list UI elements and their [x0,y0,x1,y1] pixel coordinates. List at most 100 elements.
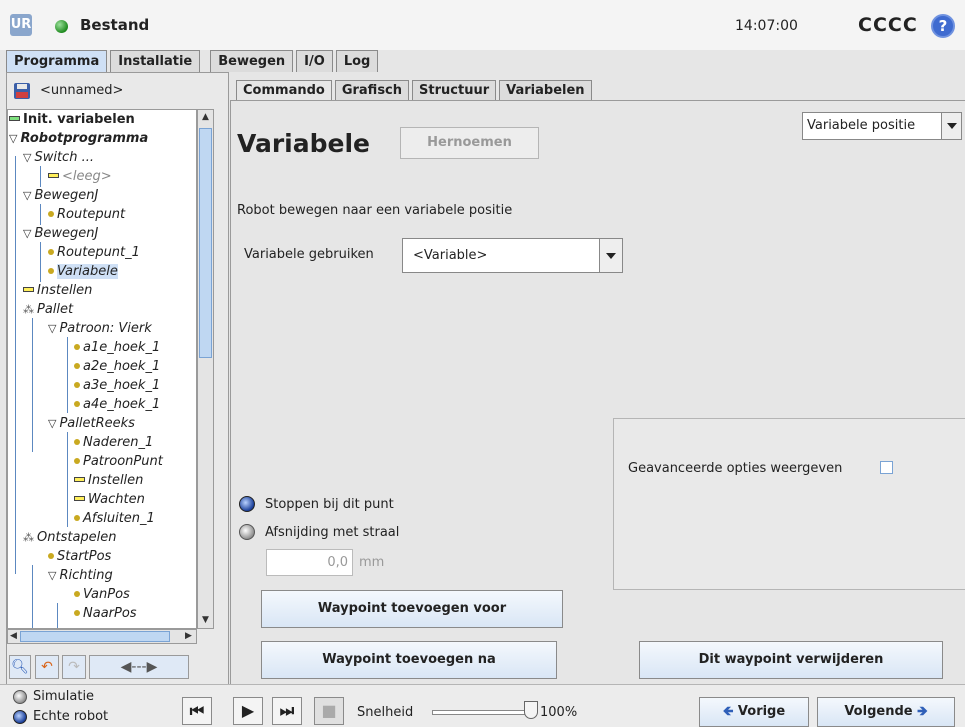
tree-item[interactable]: Naderen_1 [74,433,153,452]
scroll-up-icon[interactable]: ▲ [200,112,211,122]
tree-branch-line [67,337,68,413]
tree-item[interactable]: Routepunt [48,205,125,224]
tree-horizontal-scrollbar[interactable]: ◀ ▶ [7,629,197,644]
speed-label: Snelheid [357,705,414,720]
remove-waypoint-button[interactable]: Dit waypoint verwijderen [639,641,943,679]
stop-icon[interactable]: ■ [314,697,344,725]
command-panel: Variabele Hernoemen Variabele positie Ro… [230,100,965,712]
command-description: Robot bewegen naar een variabele positie [237,203,513,218]
redo-icon[interactable]: ↷ [62,655,86,679]
tree-item[interactable]: ▽ Richting [48,566,113,585]
tree-branch-line [32,318,33,452]
program-name: <unnamed> [40,83,124,98]
tree-item[interactable]: a1e_hoek_1 [74,338,160,357]
blend-radio[interactable] [239,524,255,540]
scroll-left-icon[interactable]: ◀ [10,630,17,643]
tree-item[interactable]: ▽ PalletReeks [48,414,135,433]
tree-item[interactable]: a3e_hoek_1 [74,376,160,395]
tree-item[interactable]: Afsluiten_1 [74,509,155,528]
collapse-triangle-icon: ▽ [48,569,57,582]
program-tree-panel: <unnamed> Init. variabelen ▽ Robotprogram… [6,72,229,712]
simulation-radio[interactable] [13,689,27,704]
tab-bewegen[interactable]: Bewegen [210,50,294,72]
tree-item[interactable]: VanPos [74,585,130,604]
scroll-thumb[interactable] [199,128,212,358]
real-robot-radio[interactable] [13,709,27,724]
step-icon[interactable]: ⏭︎ [272,697,302,725]
tree-item[interactable]: ▽ BewegenJ [23,224,98,243]
real-robot-option[interactable]: Echte robot [13,709,108,724]
undo-icon[interactable]: ↶ [35,655,59,679]
tree-item[interactable]: Init. variabelen [9,110,135,129]
help-icon[interactable]: ? [931,14,955,38]
tree-item[interactable]: Instellen [23,281,92,300]
move-node-icon[interactable]: ◀---▶ [89,655,189,679]
pallet-icon: ⁂ [23,531,34,544]
tree-item[interactable]: StartPos [48,547,111,566]
rename-button[interactable]: Hernoemen [400,127,539,159]
stop-label: Stoppen bij dit punt [265,497,394,512]
tab-installatie[interactable]: Installatie [110,50,201,72]
advanced-options-checkbox[interactable] [880,461,893,474]
tree-item[interactable]: a4e_hoek_1 [74,395,160,414]
tree-branch-line [40,204,41,225]
waypoint-icon [74,457,80,464]
waypoint-icon [48,248,54,255]
tree-item[interactable]: Instellen [74,471,143,490]
tab-programma[interactable]: Programma [6,50,108,72]
tab-commando[interactable]: Commando [236,80,332,100]
program-tree[interactable]: Init. variabelen ▽ Robotprogramma ▽ Switch… [7,109,197,629]
tab-structuur[interactable]: Structuur [412,80,497,100]
bottom-bar: Simulatie Echte robot ⏮︎ ▶ ⏭︎ ■ Snelheid… [0,684,965,727]
chevron-down-icon[interactable] [599,239,622,272]
tree-item[interactable]: ▽ Robotprogramma [9,129,148,148]
speed-slider[interactable] [432,710,536,715]
tree-item[interactable]: ▽ Patroon: Vierk [48,319,152,338]
tree-item[interactable]: NaarPos [74,604,137,623]
blend-radius-input[interactable]: 0,0 [266,549,353,576]
variable-select[interactable]: <Variable> [402,238,623,273]
advanced-options-label: Geavanceerde opties weergeven [628,461,843,476]
scroll-right-icon[interactable]: ▶ [185,630,192,643]
robot-name: CCCC [858,14,918,36]
next-label: Volgende [844,704,913,719]
tree-item[interactable]: Routepunt_1 [48,243,140,262]
tree-branch-line [32,565,33,628]
scroll-down-icon[interactable]: ▼ [200,615,211,625]
save-disk-icon[interactable] [14,83,30,99]
skip-back-icon[interactable]: ⏮︎ [182,697,212,725]
tree-item-selected[interactable]: Variabele [48,262,118,281]
tab-grafisch[interactable]: Grafisch [334,80,410,100]
add-waypoint-after-button[interactable]: Waypoint toevoegen na [261,641,557,679]
add-waypoint-before-button[interactable]: Waypoint toevoegen voor [261,590,563,628]
tree-item[interactable]: ▽ BewegenJ [23,186,98,205]
tree-item[interactable]: Wachten [74,490,145,509]
stop-radio[interactable] [239,496,255,512]
tree-item[interactable]: ⁂ Ontstapelen [23,528,117,547]
waypoint-icon [48,210,54,217]
search-icon[interactable]: 🔍︎ [9,655,31,679]
play-icon[interactable]: ▶ [233,697,263,725]
variable-select-value: <Variable> [413,248,488,263]
status-indicator-icon [55,20,68,33]
waypoint-type-select[interactable]: Variabele positie [802,112,962,140]
chevron-down-icon[interactable] [941,113,961,139]
previous-button[interactable]: 🡸︎ Vorige [699,697,809,727]
tree-branch-line [40,242,41,282]
tab-log[interactable]: Log [335,50,379,72]
tree-item[interactable]: ⁂ Pallet [23,300,73,319]
simulation-option[interactable]: Simulatie [13,689,94,704]
main-tabs: Programma Installatie Bewegen I/O Log [6,50,381,72]
tree-item[interactable]: PatroonPunt [74,452,163,471]
tree-item[interactable]: a2e_hoek_1 [74,357,160,376]
speed-slider-handle[interactable] [524,701,538,719]
tree-item[interactable]: <leeg> [48,167,112,186]
tab-io[interactable]: I/O [296,50,333,72]
scroll-thumb[interactable] [20,631,170,642]
tree-vertical-scrollbar[interactable]: ▲ ▼ [197,109,214,629]
tree-item[interactable]: ▽ Switch ... [23,148,94,167]
blend-radius-unit: mm [359,555,385,570]
tab-variabelen[interactable]: Variabelen [499,80,592,100]
next-button[interactable]: Volgende 🡺︎ [817,697,955,727]
file-menu[interactable]: Bestand [80,16,149,34]
